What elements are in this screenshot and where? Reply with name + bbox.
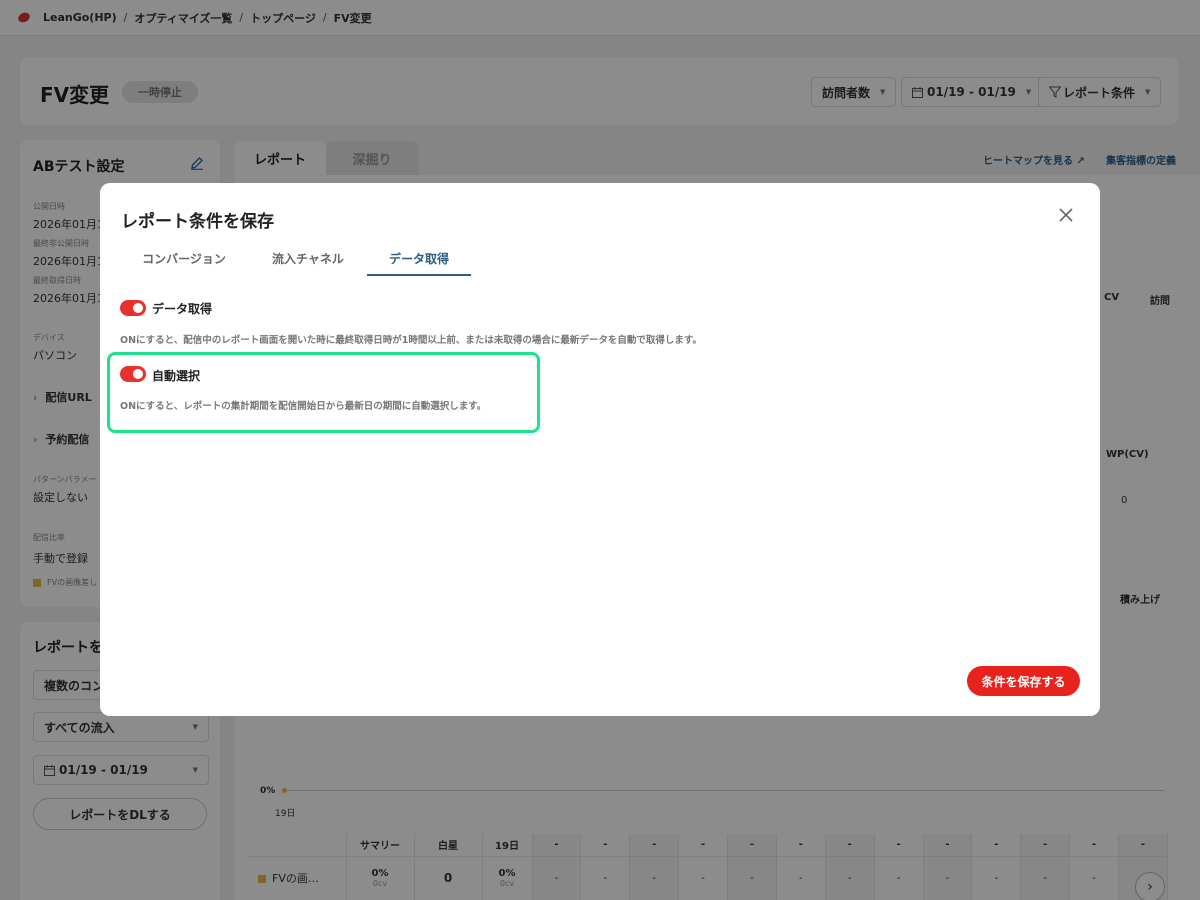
auto-select-description: ONにすると、レポートの集計期間を配信開始日から最新日の期間に自動選択します。 [120, 401, 487, 412]
tab-data-fetch[interactable]: データ取得 [367, 250, 471, 276]
close-icon[interactable] [1058, 207, 1074, 223]
modal-title: レポート条件を保存 [121, 212, 274, 232]
tab-conversion[interactable]: コンバージョン [140, 250, 228, 276]
save-report-condition-modal: レポート条件を保存 コンバージョン 流入チャネル データ取得 データ取得 ONに… [100, 183, 1100, 716]
highlight-box [107, 352, 540, 433]
data-fetch-toggle[interactable] [120, 300, 146, 316]
tab-inflow-channel[interactable]: 流入チャネル [270, 250, 346, 276]
save-condition-button[interactable]: 条件を保存する [967, 666, 1080, 696]
data-fetch-description: ONにすると、配信中のレポート画面を開いた時に最終取得日時が1時間以上前、または… [120, 335, 702, 346]
data-fetch-label: データ取得 [152, 302, 213, 316]
auto-select-label: 自動選択 [152, 369, 201, 383]
auto-select-toggle[interactable] [120, 366, 146, 382]
